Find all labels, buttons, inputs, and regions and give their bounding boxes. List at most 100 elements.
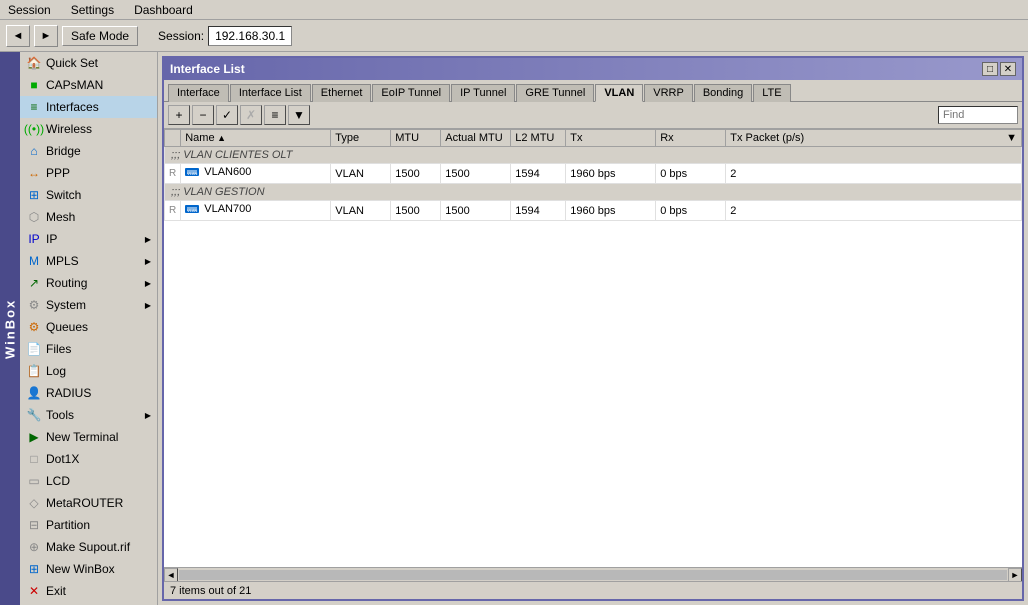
sidebar-item-tools[interactable]: 🔧 Tools ▶ — [20, 404, 157, 426]
session-label: Session: — [158, 29, 204, 43]
tab-ip-tunnel[interactable]: IP Tunnel — [451, 84, 515, 102]
tab-lte[interactable]: LTE — [753, 84, 790, 102]
col-l2-mtu[interactable]: L2 MTU — [511, 130, 566, 147]
row-mtu: 1500 — [391, 164, 441, 184]
sidebar-item-label: CAPsMAN — [46, 78, 103, 92]
group-header-clientes: ;;; VLAN CLIENTES OLT — [165, 147, 1022, 164]
sidebar-item-partition[interactable]: ⊟ Partition — [20, 514, 157, 536]
sidebar-item-quick-set[interactable]: 🏠 Quick Set — [20, 52, 157, 74]
col-marker — [165, 130, 181, 147]
queues-icon: ⚙ — [26, 319, 42, 335]
col-mtu[interactable]: MTU — [391, 130, 441, 147]
col-type[interactable]: Type — [331, 130, 391, 147]
sidebar-item-switch[interactable]: ⊞ Switch — [20, 184, 157, 206]
sidebar-item-mesh[interactable]: ⬡ Mesh — [20, 206, 157, 228]
sidebar-item-radius[interactable]: 👤 RADIUS — [20, 382, 157, 404]
sidebar-item-mpls[interactable]: M MPLS ▶ — [20, 250, 157, 272]
window-close-button[interactable]: ✕ — [1000, 62, 1016, 76]
sidebar-item-routing[interactable]: ↗ Routing ▶ — [20, 272, 157, 294]
sidebar-item-label: LCD — [46, 474, 70, 488]
filter-button[interactable]: ▼ — [288, 105, 310, 125]
tab-interface-list[interactable]: Interface List — [230, 84, 311, 102]
vlan-table-container: Name Type MTU Actual MTU L2 MTU Tx Rx Tx… — [164, 129, 1022, 567]
house-icon: 🏠 — [26, 55, 42, 71]
scroll-left-button[interactable]: ◄ — [164, 568, 178, 582]
terminal-icon: ▶ — [26, 429, 42, 445]
table-row[interactable]: R VLAN VLAN700 — [165, 201, 1022, 221]
back-button[interactable]: ◄ — [6, 25, 30, 47]
col-name[interactable]: Name — [181, 130, 331, 147]
row-tx: 1960 bps — [566, 201, 656, 221]
sidebar-item-label: Bridge — [46, 144, 81, 158]
sidebar-item-interfaces[interactable]: ≡ Interfaces — [20, 96, 157, 118]
menu-dashboard[interactable]: Dashboard — [130, 2, 197, 18]
column-menu-icon[interactable]: ▼ — [1006, 132, 1017, 144]
sidebar-item-log[interactable]: 📋 Log — [20, 360, 157, 382]
tab-vlan[interactable]: VLAN — [595, 84, 643, 102]
menu-settings[interactable]: Settings — [67, 2, 118, 18]
metarouter-icon: ◇ — [26, 495, 42, 511]
sidebar-item-new-terminal[interactable]: ▶ New Terminal — [20, 426, 157, 448]
group-label: ;;; VLAN CLIENTES OLT — [165, 147, 1022, 164]
sidebar-item-label: MPLS — [46, 254, 79, 268]
sidebar-item-ppp[interactable]: ↔ PPP — [20, 162, 157, 184]
sidebar-item-bridge[interactable]: ⌂ Bridge — [20, 140, 157, 162]
row-actual-mtu: 1500 — [441, 164, 511, 184]
tab-eoip-tunnel[interactable]: EoIP Tunnel — [372, 84, 450, 102]
sidebar-item-files[interactable]: 📄 Files — [20, 338, 157, 360]
sidebar-item-metarouter[interactable]: ◇ MetaROUTER — [20, 492, 157, 514]
arrow-icon: ▶ — [145, 235, 151, 244]
tab-gre-tunnel[interactable]: GRE Tunnel — [516, 84, 594, 102]
sidebar-item-exit[interactable]: ✕ Exit — [20, 580, 157, 602]
routing-icon: ↗ — [26, 275, 42, 291]
menu-session[interactable]: Session — [4, 2, 55, 18]
row-rx: 0 bps — [656, 201, 726, 221]
sidebar-item-label: Dot1X — [46, 452, 79, 466]
status-text: 7 items out of 21 — [170, 585, 251, 597]
enable-button[interactable]: ✓ — [216, 105, 238, 125]
sidebar-item-system[interactable]: ⚙ System ▶ — [20, 294, 157, 316]
mesh-icon: ⬡ — [26, 209, 42, 225]
sidebar-item-label: New WinBox — [46, 562, 115, 576]
remove-button[interactable]: − — [192, 105, 214, 125]
sidebar-item-queues[interactable]: ⚙ Queues — [20, 316, 157, 338]
safe-mode-button[interactable]: Safe Mode — [62, 26, 138, 46]
col-tx[interactable]: Tx — [566, 130, 656, 147]
sidebar-item-lcd[interactable]: ▭ LCD — [20, 470, 157, 492]
bridge-icon: ⌂ — [26, 143, 42, 159]
scroll-right-button[interactable]: ► — [1008, 568, 1022, 582]
table-header-row: Name Type MTU Actual MTU L2 MTU Tx Rx Tx… — [165, 130, 1022, 147]
vlan-table: Name Type MTU Actual MTU L2 MTU Tx Rx Tx… — [164, 129, 1022, 221]
sidebar-item-new-winbox[interactable]: ⊞ New WinBox — [20, 558, 157, 580]
row-name: VLAN VLAN600 — [181, 164, 331, 184]
tab-ethernet[interactable]: Ethernet — [312, 84, 372, 102]
sidebar-item-capsman[interactable]: ■ CAPsMAN — [20, 74, 157, 96]
sidebar-item-dot1x[interactable]: □ Dot1X — [20, 448, 157, 470]
sidebar-item-wireless[interactable]: ((•)) Wireless — [20, 118, 157, 140]
group-label: ;;; VLAN GESTION — [165, 184, 1022, 201]
col-tx-packet[interactable]: Tx Packet (p/s) ▼ — [726, 130, 1022, 147]
col-actual-mtu[interactable]: Actual MTU — [441, 130, 511, 147]
scroll-track[interactable] — [179, 570, 1007, 580]
disable-button[interactable]: ✗ — [240, 105, 262, 125]
sidebar-item-label: Exit — [46, 584, 66, 598]
window-restore-button[interactable]: □ — [982, 62, 998, 76]
sidebar-item-label: Log — [46, 364, 66, 378]
tab-vrrp[interactable]: VRRP — [644, 84, 693, 102]
forward-button[interactable]: ► — [34, 25, 58, 47]
vlan-name-cell: VLAN VLAN700 — [185, 203, 251, 215]
find-input[interactable] — [938, 106, 1018, 124]
tab-interface[interactable]: Interface — [168, 84, 229, 102]
tab-bonding[interactable]: Bonding — [694, 84, 752, 102]
comment-button[interactable]: ≡ — [264, 105, 286, 125]
dot1x-icon: □ — [26, 451, 42, 467]
log-icon: 📋 — [26, 363, 42, 379]
partition-icon: ⊟ — [26, 517, 42, 533]
window-title-bar: Interface List □ ✕ — [164, 58, 1022, 80]
sidebar-item-label: System — [46, 298, 86, 312]
col-rx[interactable]: Rx — [656, 130, 726, 147]
sidebar-item-ip[interactable]: IP IP ▶ — [20, 228, 157, 250]
sidebar-item-make-supout[interactable]: ⊕ Make Supout.rif — [20, 536, 157, 558]
add-button[interactable]: + — [168, 105, 190, 125]
table-row[interactable]: R VLAN VLAN600 — [165, 164, 1022, 184]
